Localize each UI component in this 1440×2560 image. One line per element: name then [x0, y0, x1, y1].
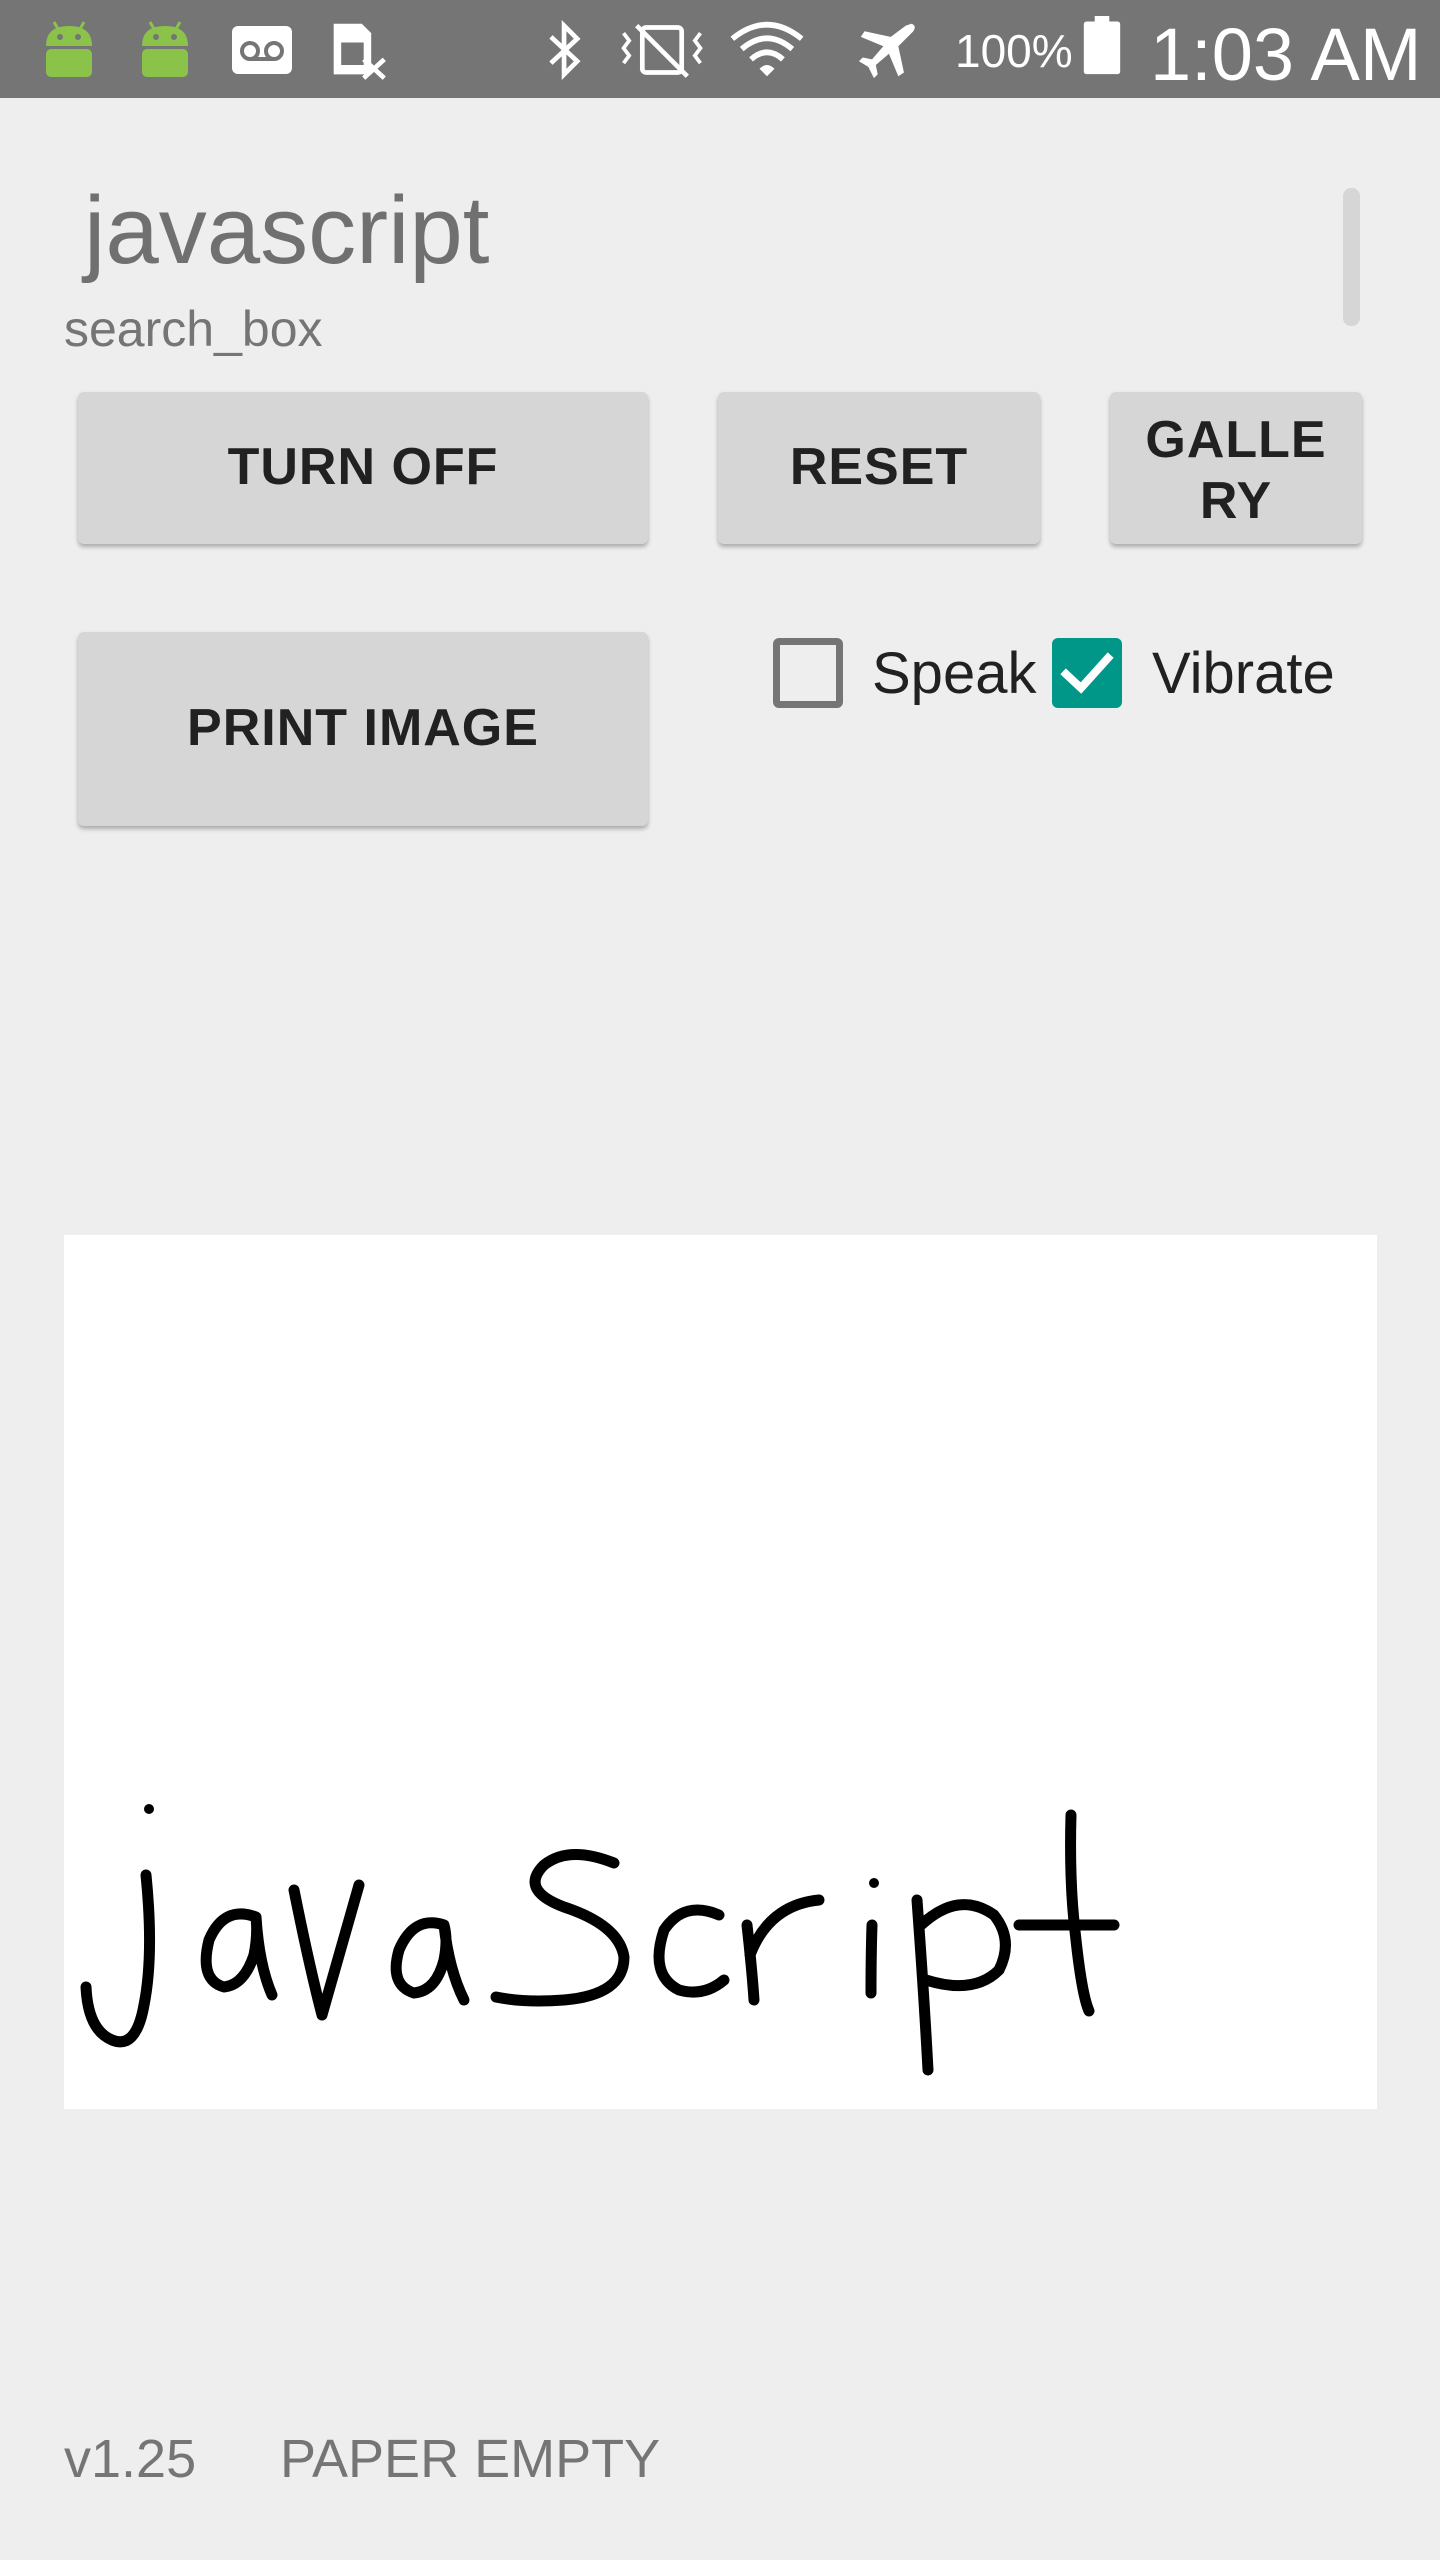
android-icon [142, 21, 188, 77]
reset-button[interactable]: RESET [718, 392, 1040, 544]
airplane-mode-icon [858, 23, 915, 79]
bluetooth-icon [549, 20, 581, 80]
vibrate-muted-icon [621, 23, 703, 78]
status-bar: 100% 1:03 AM [0, 0, 1440, 98]
vibrate-label[interactable]: Vibrate [1152, 640, 1335, 707]
voicemail-icon [232, 26, 292, 74]
battery-icon [1083, 16, 1121, 75]
battery-percent: 100% [955, 25, 1073, 77]
print-image-button[interactable]: PRINT IMAGE [78, 632, 648, 826]
turn-off-button[interactable]: TURN OFF [78, 392, 648, 544]
gallery-button[interactable]: GALLE RY [1110, 392, 1362, 544]
drawing-canvas[interactable] [64, 1235, 1377, 2109]
handwritten-javascript-drawing [80, 1804, 1120, 2076]
paper-status-label: PAPER EMPTY [280, 2429, 661, 2489]
version-label: v1.25 [64, 2429, 197, 2489]
checkmark-icon [1060, 652, 1114, 694]
search-hint-label: search_box [64, 301, 323, 357]
wifi-icon [730, 21, 804, 77]
scrollbar-thumb[interactable] [1343, 188, 1360, 326]
speak-checkbox[interactable] [773, 638, 843, 708]
speak-label[interactable]: Speak [872, 640, 1036, 707]
clock: 1:03 AM [1150, 13, 1422, 96]
sim-disabled-icon [333, 23, 386, 80]
android-icon [46, 21, 92, 77]
vibrate-checkbox[interactable] [1052, 638, 1122, 708]
search-input[interactable]: javascript [84, 176, 489, 286]
